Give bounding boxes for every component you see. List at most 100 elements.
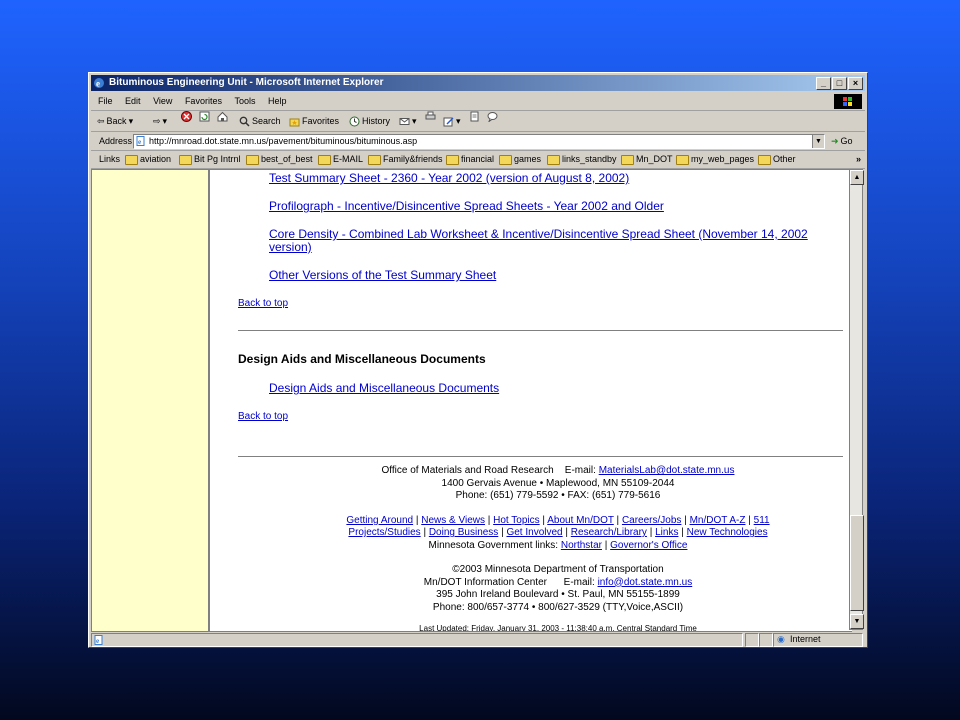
divider: [238, 456, 843, 457]
link-folder-mn-dot[interactable]: Mn_DOT: [621, 151, 673, 168]
link-folder-games[interactable]: games: [499, 151, 541, 168]
nav-about-mndot[interactable]: About Mn/DOT: [547, 515, 614, 526]
nav-new-technologies[interactable]: New Technologies: [687, 527, 768, 538]
link-folder-label: aviation: [140, 154, 172, 164]
menu-file[interactable]: File: [98, 96, 113, 106]
gov-northstar-link[interactable]: Northstar: [561, 540, 602, 551]
nav-hot-topics[interactable]: Hot Topics: [493, 515, 540, 526]
home-button[interactable]: [217, 111, 228, 122]
nav-links[interactable]: Links: [655, 527, 678, 538]
links-more-chevron-icon[interactable]: »: [856, 151, 861, 168]
nav-getting-around[interactable]: Getting Around: [346, 515, 413, 526]
link-folder-best-of-best[interactable]: best_of_best: [246, 151, 313, 168]
link-folder-label: games: [514, 154, 542, 164]
link-folder-label: E-MAIL: [333, 154, 364, 164]
dropdown-arrow-icon: ▾: [162, 116, 168, 126]
folder-icon: [179, 154, 192, 165]
nav-doing-business[interactable]: Doing Business: [429, 527, 498, 538]
link-other-versions[interactable]: Other Versions of the Test Summary Sheet: [269, 268, 496, 282]
nav-mndot-a-z[interactable]: Mn/DOT A-Z: [690, 515, 746, 526]
stop-button[interactable]: [181, 111, 192, 122]
address-dropdown-button[interactable]: ▼: [812, 135, 824, 148]
link-test-summary-sheet[interactable]: Test Summary Sheet - 2360 - Year 2002 (v…: [269, 171, 629, 185]
link-folder-my-web-pages[interactable]: my_web_pages: [676, 151, 754, 168]
nav-careers-jobs[interactable]: Careers/Jobs: [622, 515, 681, 526]
nav-get-involved[interactable]: Get Involved: [506, 527, 562, 538]
minimize-button[interactable]: _: [816, 77, 831, 90]
title-bar[interactable]: e Bituminous Engineering Unit - Microsof…: [91, 75, 865, 91]
page-done-icon: e: [94, 635, 103, 645]
ie-logo-icon: e: [94, 78, 104, 89]
link-profilograph[interactable]: Profilograph - Incentive/Disincentive Sp…: [269, 199, 664, 213]
link-folder-financial[interactable]: financial: [446, 151, 494, 168]
nav-511[interactable]: 511: [754, 515, 770, 526]
print-button[interactable]: [425, 111, 436, 122]
forward-button[interactable]: ⇨ ▾: [153, 111, 167, 131]
link-folder-links-standby[interactable]: links_standby: [547, 151, 617, 168]
link-folder-e-mail[interactable]: E-MAIL: [318, 151, 363, 168]
dropdown-arrow-icon: ▾: [456, 116, 461, 126]
search-label: Search: [252, 116, 281, 126]
nav-news-views[interactable]: News & Views: [421, 515, 485, 526]
svg-text:e: e: [138, 138, 141, 146]
link-folder-label: Bit Pg Intrnl: [194, 154, 241, 164]
scroll-down-button[interactable]: ▼: [850, 614, 864, 629]
footer-info-email-label: E-mail:: [563, 576, 595, 588]
search-button[interactable]: Search: [239, 111, 281, 131]
discuss-icon: [470, 111, 479, 122]
link-folder-family-friends[interactable]: Family&friends: [368, 151, 443, 168]
history-button[interactable]: History: [349, 111, 390, 131]
address-input[interactable]: e http://mnroad.dot.state.mn.us/pavement…: [133, 134, 825, 149]
vertical-scrollbar[interactable]: ▲ ▼: [849, 169, 864, 630]
address-label: Address: [99, 136, 133, 146]
mail-icon: [399, 117, 410, 125]
footer-office: Office of Materials and Road Research: [381, 465, 554, 476]
menu-favorites[interactable]: Favorites: [185, 96, 222, 106]
footer-info-email-link[interactable]: info@dot.state.mn.us: [598, 577, 693, 588]
refresh-button[interactable]: [199, 111, 210, 122]
footer-email-link[interactable]: MaterialsLab@dot.state.mn.us: [599, 465, 735, 476]
links-label: Links: [99, 154, 121, 164]
messenger-button[interactable]: [487, 111, 498, 122]
discuss-button[interactable]: [469, 111, 480, 122]
folder-icon: [125, 154, 138, 165]
nav-projects-studies[interactable]: Projects/Studies: [348, 527, 420, 538]
link-core-density[interactable]: Core Density - Combined Lab Worksheet & …: [269, 227, 808, 241]
gov-label: Minnesota Government links:: [428, 539, 559, 551]
page-footer: Office of Materials and Road Research E-…: [238, 465, 852, 631]
back-to-top-link[interactable]: Back to top: [238, 298, 288, 309]
menu-view[interactable]: View: [153, 96, 172, 106]
scroll-thumb[interactable]: [850, 515, 864, 611]
link-folder-label: Mn_DOT: [636, 154, 673, 164]
back-to-top-link[interactable]: Back to top: [238, 411, 288, 422]
link-folder-label: Other: [773, 154, 796, 164]
folder-icon: [621, 154, 634, 165]
go-button[interactable]: ➜ Go: [831, 132, 853, 150]
menu-help[interactable]: Help: [268, 96, 287, 106]
close-button[interactable]: ×: [848, 77, 863, 90]
svg-text:e: e: [96, 637, 99, 645]
link-folder-aviation[interactable]: aviation: [125, 151, 171, 168]
address-url: http://mnroad.dot.state.mn.us/pavement/b…: [149, 136, 418, 146]
link-folder-bit-pg-intrnl[interactable]: Bit Pg Intrnl: [179, 151, 241, 168]
footer-nav-row-1: Getting Around | News & Views | Hot Topi…: [346, 514, 770, 526]
browser-window: e Bituminous Engineering Unit - Microsof…: [88, 72, 868, 648]
folder-icon: [547, 154, 560, 165]
link-core-density-cont[interactable]: version): [269, 240, 312, 254]
nav-research-library[interactable]: Research/Library: [571, 527, 647, 538]
menu-bar: File Edit View Favorites Tools Help: [91, 93, 865, 111]
edit-button[interactable]: ▾: [443, 111, 461, 131]
menu-edit[interactable]: Edit: [125, 96, 141, 106]
go-label: Go: [840, 136, 853, 146]
mail-button[interactable]: ▾: [399, 111, 417, 131]
stop-icon: [181, 111, 192, 122]
favorites-button[interactable]: Favorites: [289, 111, 339, 131]
link-design-aids[interactable]: Design Aids and Miscellaneous Documents: [269, 381, 499, 395]
maximize-button[interactable]: □: [832, 77, 847, 90]
link-folder-other[interactable]: Other: [758, 151, 796, 168]
gov-governors-office-link[interactable]: Governor's Office: [610, 540, 687, 551]
back-button[interactable]: ⇦ Back ▾: [97, 111, 133, 131]
scroll-up-button[interactable]: ▲: [850, 170, 864, 185]
zone-label: Internet: [790, 634, 821, 644]
menu-tools[interactable]: Tools: [234, 96, 255, 106]
